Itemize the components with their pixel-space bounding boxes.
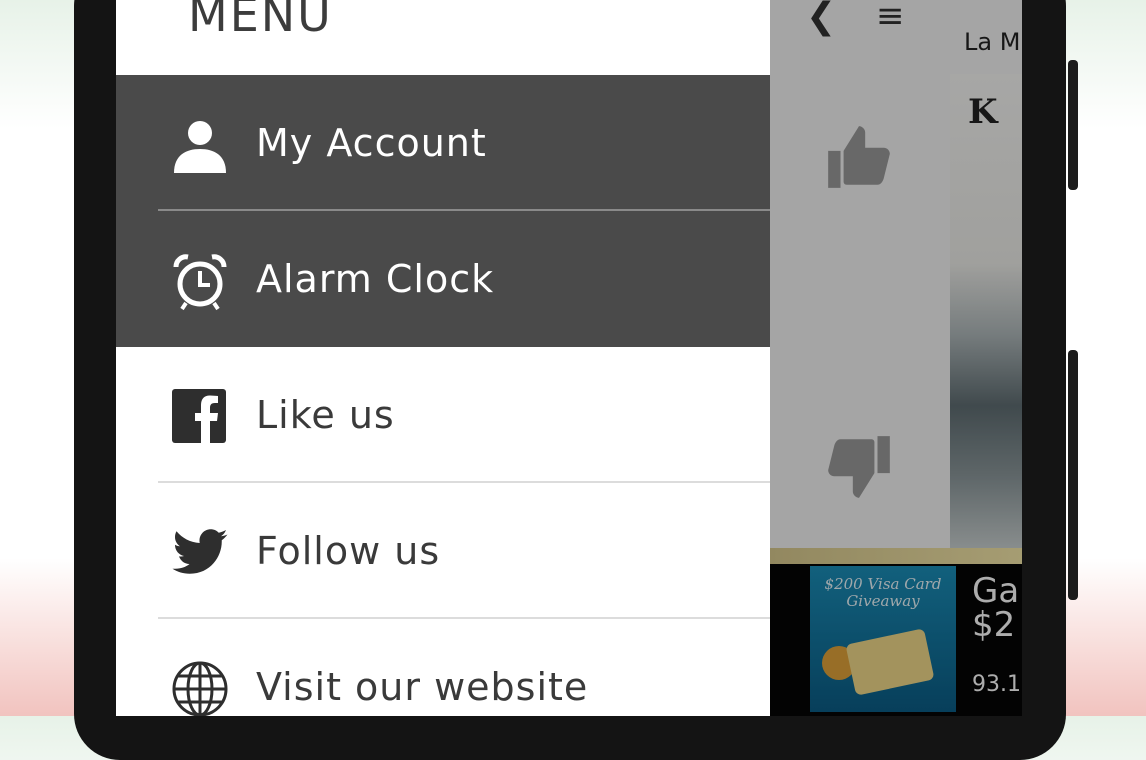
alarm-clock-icon bbox=[173, 254, 227, 311]
phone-side-button bbox=[1068, 350, 1078, 600]
person-icon bbox=[174, 121, 226, 173]
drawer-title: MENU bbox=[188, 0, 333, 42]
menu-item-my-account[interactable]: My Account bbox=[116, 75, 770, 211]
navigation-drawer: MENU My Account Alarm Clock Like us Foll… bbox=[116, 0, 770, 716]
menu-item-visit-website[interactable]: Visit our website bbox=[116, 619, 770, 716]
menu-item-follow-us[interactable]: Follow us bbox=[116, 483, 770, 619]
menu-item-label: Alarm Clock bbox=[256, 257, 495, 301]
drawer-header: MENU bbox=[116, 0, 770, 75]
menu-item-label: Visit our website bbox=[256, 665, 589, 709]
menu-item-alarm-clock[interactable]: Alarm Clock bbox=[116, 211, 770, 347]
facebook-icon bbox=[172, 389, 226, 443]
phone-side-button bbox=[1068, 60, 1078, 190]
menu-item-label: Like us bbox=[256, 393, 395, 437]
menu-item-like-us[interactable]: Like us bbox=[116, 347, 770, 483]
twitter-icon bbox=[172, 529, 228, 574]
globe-icon bbox=[172, 661, 228, 716]
menu-item-label: Follow us bbox=[256, 529, 441, 573]
phone-screen: ❮ ≡ La M K $200 Visa Card Giveaway Ga $2… bbox=[116, 0, 1022, 716]
menu-item-label: My Account bbox=[256, 121, 487, 165]
